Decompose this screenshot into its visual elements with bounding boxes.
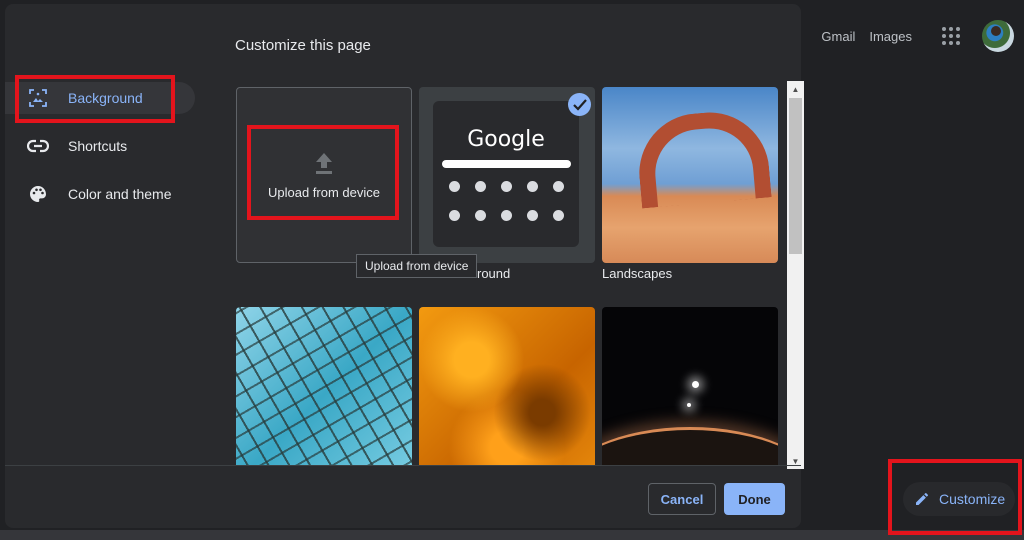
- apps-grid-icon[interactable]: [942, 27, 960, 45]
- sidebar-item-background[interactable]: Background: [5, 82, 195, 114]
- sidebar-item-label: Shortcuts: [68, 138, 128, 154]
- link-icon: [27, 135, 49, 157]
- sidebar-item-shortcuts[interactable]: Shortcuts: [5, 130, 195, 162]
- avatar[interactable]: [982, 20, 1014, 52]
- no-background-tile[interactable]: Google: [419, 87, 595, 263]
- default-preview: Google: [433, 101, 579, 247]
- cancel-button[interactable]: Cancel: [648, 483, 716, 515]
- taskbar-strip: [0, 530, 1024, 540]
- customize-label: Customize: [939, 491, 1006, 507]
- upload-tooltip: Upload from device: [356, 254, 478, 278]
- scrollbar-thumb[interactable]: [789, 98, 802, 254]
- google-logo-text: Google: [467, 127, 545, 152]
- sidebar-item-label: Background: [68, 90, 143, 106]
- textures-tile[interactable]: [419, 307, 595, 466]
- shortcut-dots: [449, 181, 564, 221]
- upload-icon: [316, 152, 332, 174]
- selected-check-icon: [568, 93, 591, 116]
- planet-horizon: [602, 427, 778, 466]
- dialog-title: Customize this page: [235, 37, 371, 54]
- pencil-icon: [916, 492, 929, 505]
- palette-icon: [27, 183, 49, 205]
- arch-image: [634, 107, 772, 209]
- gmail-link[interactable]: Gmail: [821, 29, 855, 44]
- sidebar-item-color-and-theme[interactable]: Color and theme: [5, 178, 195, 210]
- star: [692, 381, 699, 388]
- scroll-up-arrow-icon[interactable]: ▲: [787, 81, 804, 97]
- background-grid: Upload from device Google Landscapes rou…: [235, 83, 783, 466]
- grid-scrollbar[interactable]: ▲ ▼: [787, 81, 804, 469]
- space-tile[interactable]: [602, 307, 778, 466]
- landscapes-tile[interactable]: [602, 87, 778, 263]
- landscapes-label: Landscapes: [602, 266, 673, 281]
- customize-sidebar: Background Shortcuts Color and theme: [5, 82, 200, 226]
- upload-label: Upload from device: [268, 184, 380, 200]
- scroll-down-arrow-icon[interactable]: ▼: [787, 453, 804, 469]
- star: [687, 403, 691, 407]
- searchbox-preview: [442, 160, 571, 168]
- images-link[interactable]: Images: [869, 29, 912, 44]
- upload-from-device-tile[interactable]: Upload from device: [236, 87, 412, 263]
- no-background-label: round: [477, 266, 511, 281]
- top-bar: Gmail Images: [821, 20, 1024, 52]
- customize-button[interactable]: Customize: [903, 482, 1015, 516]
- architecture-tile[interactable]: [236, 307, 412, 466]
- footer-divider: [5, 465, 801, 466]
- image-icon: [27, 87, 49, 109]
- sidebar-item-label: Color and theme: [68, 186, 172, 202]
- done-button[interactable]: Done: [724, 483, 785, 515]
